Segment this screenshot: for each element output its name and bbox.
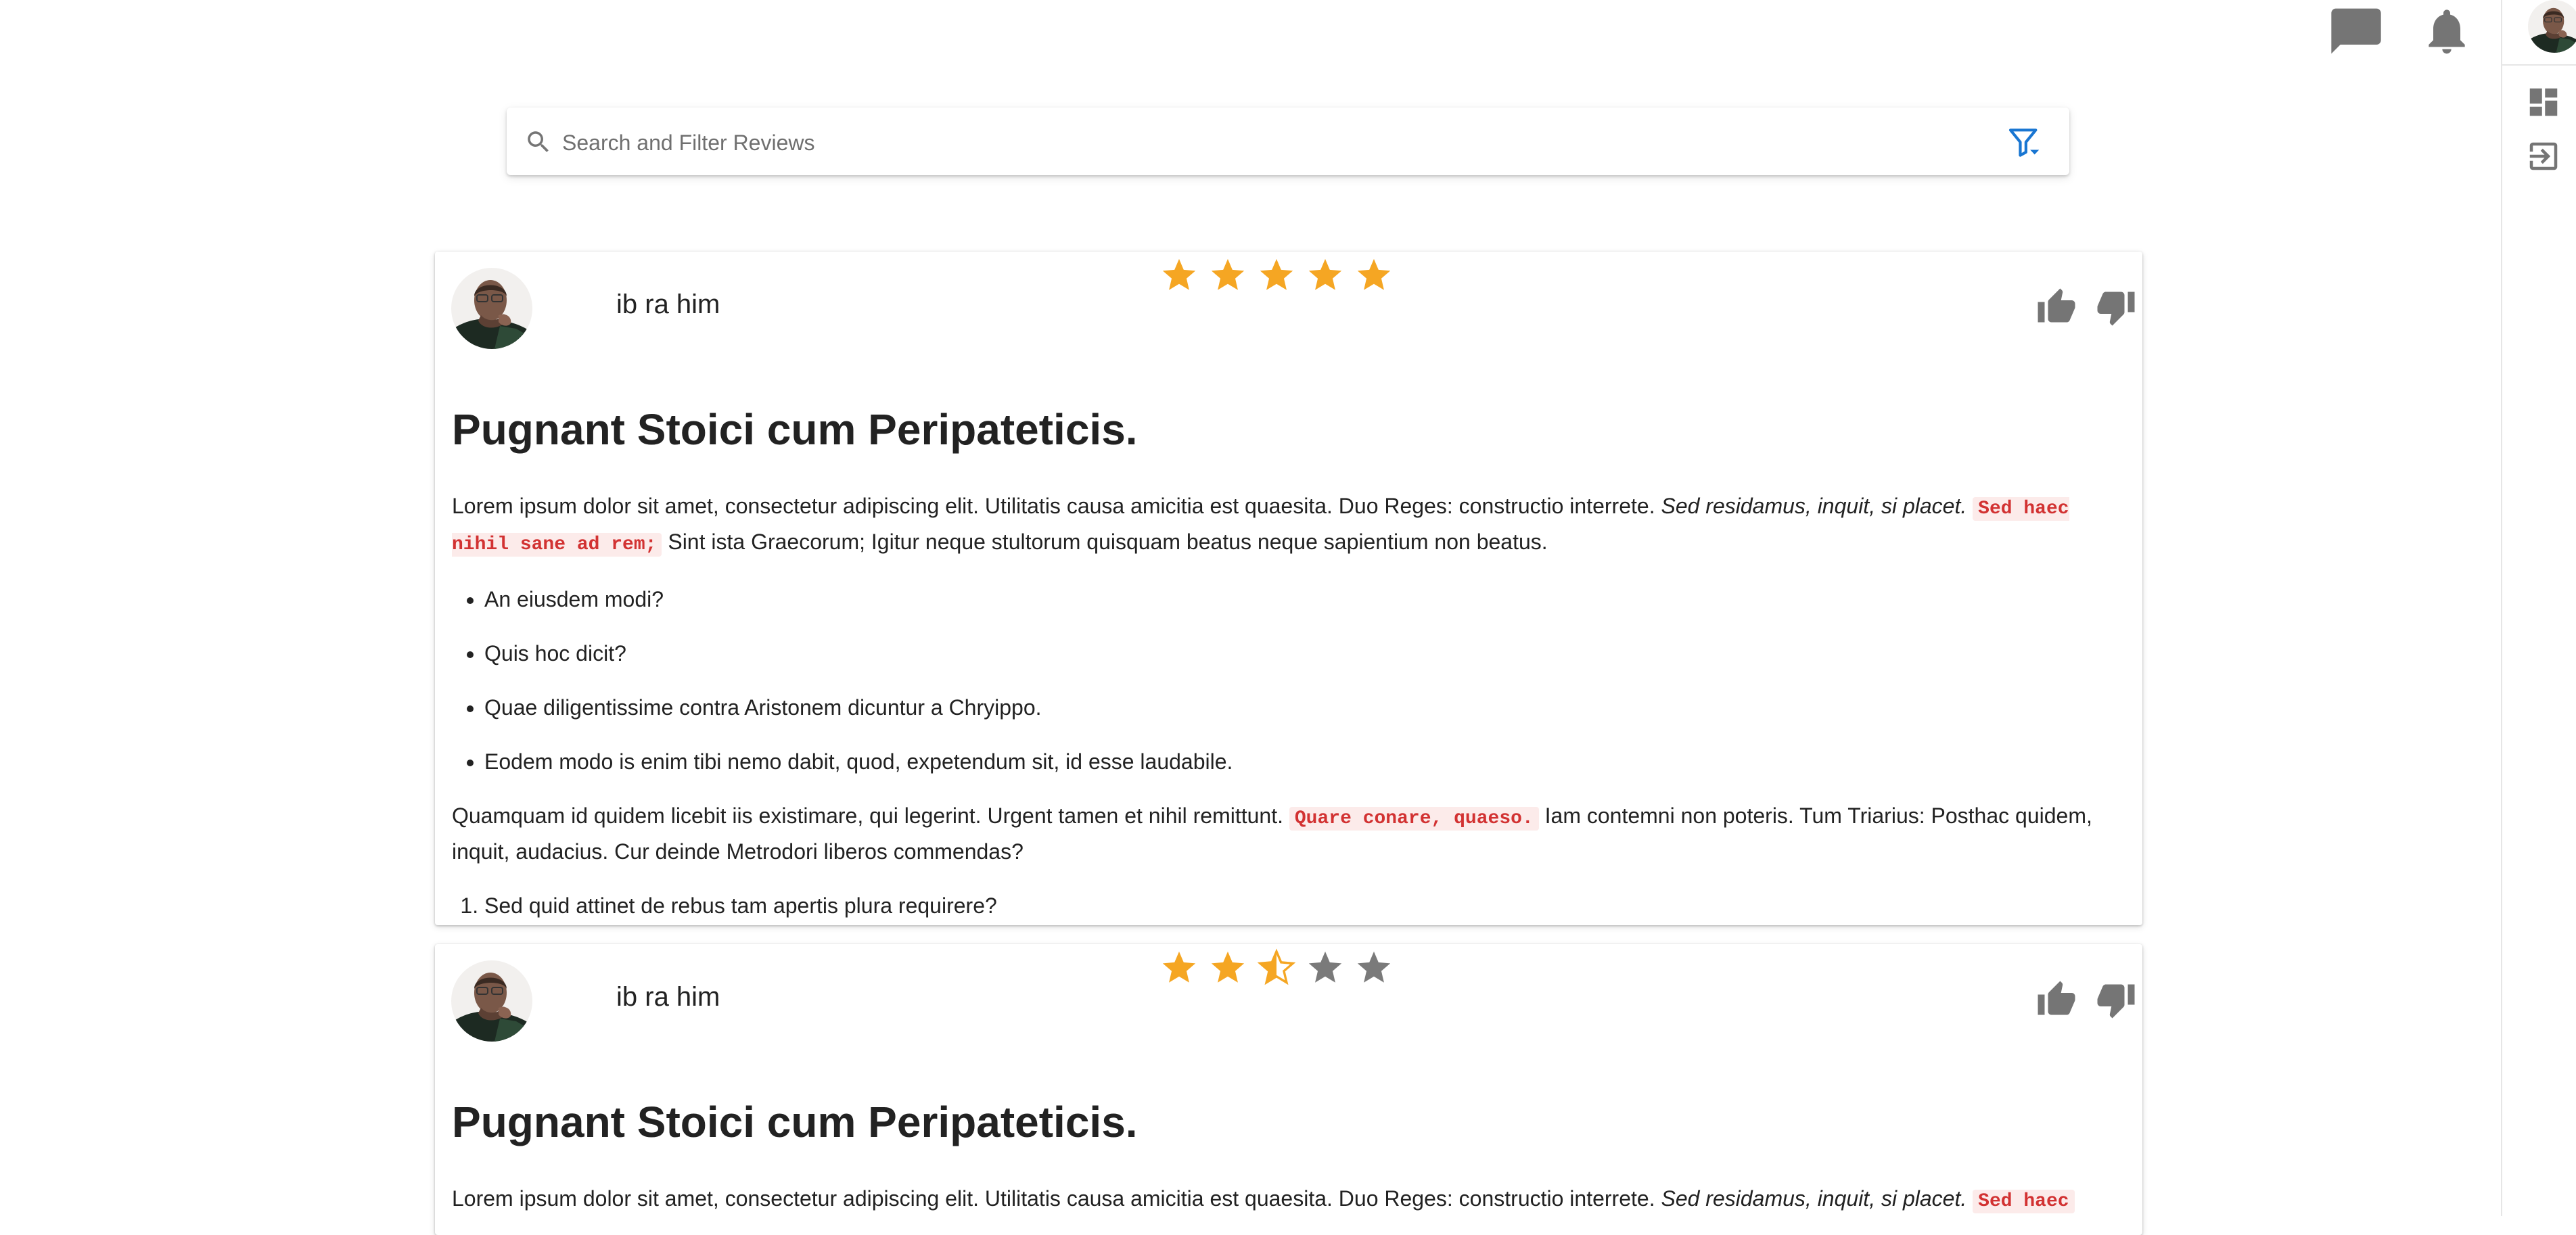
list-item: An eiusdem modi? bbox=[484, 583, 2126, 615]
thumb-down-icon bbox=[2097, 292, 2135, 326]
star-full-icon bbox=[1208, 948, 1247, 987]
like-button[interactable] bbox=[2036, 979, 2077, 1020]
star-empty-icon bbox=[1354, 948, 1394, 987]
list-item: Eodem modo is enim tibi nemo dabit, quod… bbox=[484, 745, 2126, 778]
code-snippet: Quare conare, quaeso. bbox=[1289, 807, 1539, 831]
review-paragraph: Quamquam id quidem licebit iis existimar… bbox=[452, 803, 2092, 864]
list-item: Quae diligentissime contra Aristonem dic… bbox=[484, 691, 2126, 724]
bell-icon bbox=[2429, 9, 2465, 54]
chat-icon bbox=[2331, 8, 2381, 54]
star-full-icon bbox=[1257, 256, 1296, 295]
notifications-button[interactable] bbox=[2420, 4, 2474, 58]
filter-icon[interactable] bbox=[2006, 124, 2044, 162]
star-half-icon bbox=[1257, 948, 1296, 987]
star-rating bbox=[1159, 256, 1394, 295]
review-paragraph: Lorem ipsum dolor sit amet, consectetur … bbox=[452, 1182, 2126, 1218]
search-icon bbox=[528, 131, 549, 152]
review-body: Lorem ipsum dolor sit amet, consectetur … bbox=[452, 1182, 2126, 1218]
avatar-image bbox=[2528, 0, 2576, 53]
reviewer-name: ib ra him bbox=[616, 982, 720, 1012]
star-full-icon bbox=[1306, 256, 1345, 295]
list-item: Quis hoc dicit? bbox=[484, 637, 2126, 670]
emphasis-text: Sed residamus, inquit, si placet. bbox=[1661, 1186, 1967, 1211]
star-full-icon bbox=[1354, 256, 1394, 295]
chat-button[interactable] bbox=[2329, 4, 2383, 58]
right-rail bbox=[2501, 0, 2576, 1216]
avatar-image bbox=[451, 268, 532, 349]
dashboard-button[interactable] bbox=[2525, 84, 2562, 120]
review-paragraph: Lorem ipsum dolor sit amet, consectetur … bbox=[452, 494, 2069, 557]
review-body: Lorem ipsum dolor sit amet, consectetur … bbox=[452, 490, 2126, 922]
avatar-image bbox=[451, 960, 532, 1042]
code-snippet: Sed haec bbox=[1973, 1190, 2075, 1213]
review-card: ib ra him Pugnant Stoici cum Peripatetic… bbox=[435, 944, 2142, 1235]
review-title: Pugnant Stoici cum Peripateticis. bbox=[452, 405, 1138, 454]
logout-button[interactable] bbox=[2525, 138, 2562, 174]
star-full-icon bbox=[1159, 256, 1199, 295]
dislike-button[interactable] bbox=[2096, 287, 2136, 327]
list-item: Sed quid attinet de rebus tam apertis pl… bbox=[484, 889, 2126, 922]
emphasis-text: Sed residamus, inquit, si placet. bbox=[1661, 494, 1967, 518]
thumb-up-icon bbox=[2038, 981, 2075, 1015]
rail-divider bbox=[2502, 64, 2576, 66]
dashboard-icon bbox=[2529, 88, 2558, 116]
bullet-list: An eiusdem modi? Quis hoc dicit? Quae di… bbox=[452, 583, 2126, 778]
like-button[interactable] bbox=[2036, 287, 2077, 327]
dislike-button[interactable] bbox=[2096, 979, 2136, 1020]
star-rating bbox=[1159, 948, 1394, 987]
user-avatar[interactable] bbox=[2528, 0, 2576, 53]
search-bar bbox=[507, 108, 2069, 175]
logout-icon bbox=[2529, 142, 2558, 170]
reviewer-avatar bbox=[451, 268, 532, 349]
star-empty-icon bbox=[1306, 948, 1345, 987]
reviewer-name: ib ra him bbox=[616, 289, 720, 319]
thumb-up-icon bbox=[2038, 288, 2075, 323]
star-full-icon bbox=[1159, 948, 1199, 987]
review-title: Pugnant Stoici cum Peripateticis. bbox=[452, 1098, 1138, 1146]
thumb-down-icon bbox=[2097, 984, 2135, 1019]
search-input[interactable] bbox=[561, 124, 1950, 162]
review-card: ib ra him Pugnant Stoici cum Peripatetic… bbox=[435, 252, 2142, 925]
star-full-icon bbox=[1208, 256, 1247, 295]
numbered-list: Sed quid attinet de rebus tam apertis pl… bbox=[452, 889, 2126, 922]
reviewer-avatar bbox=[451, 960, 532, 1042]
